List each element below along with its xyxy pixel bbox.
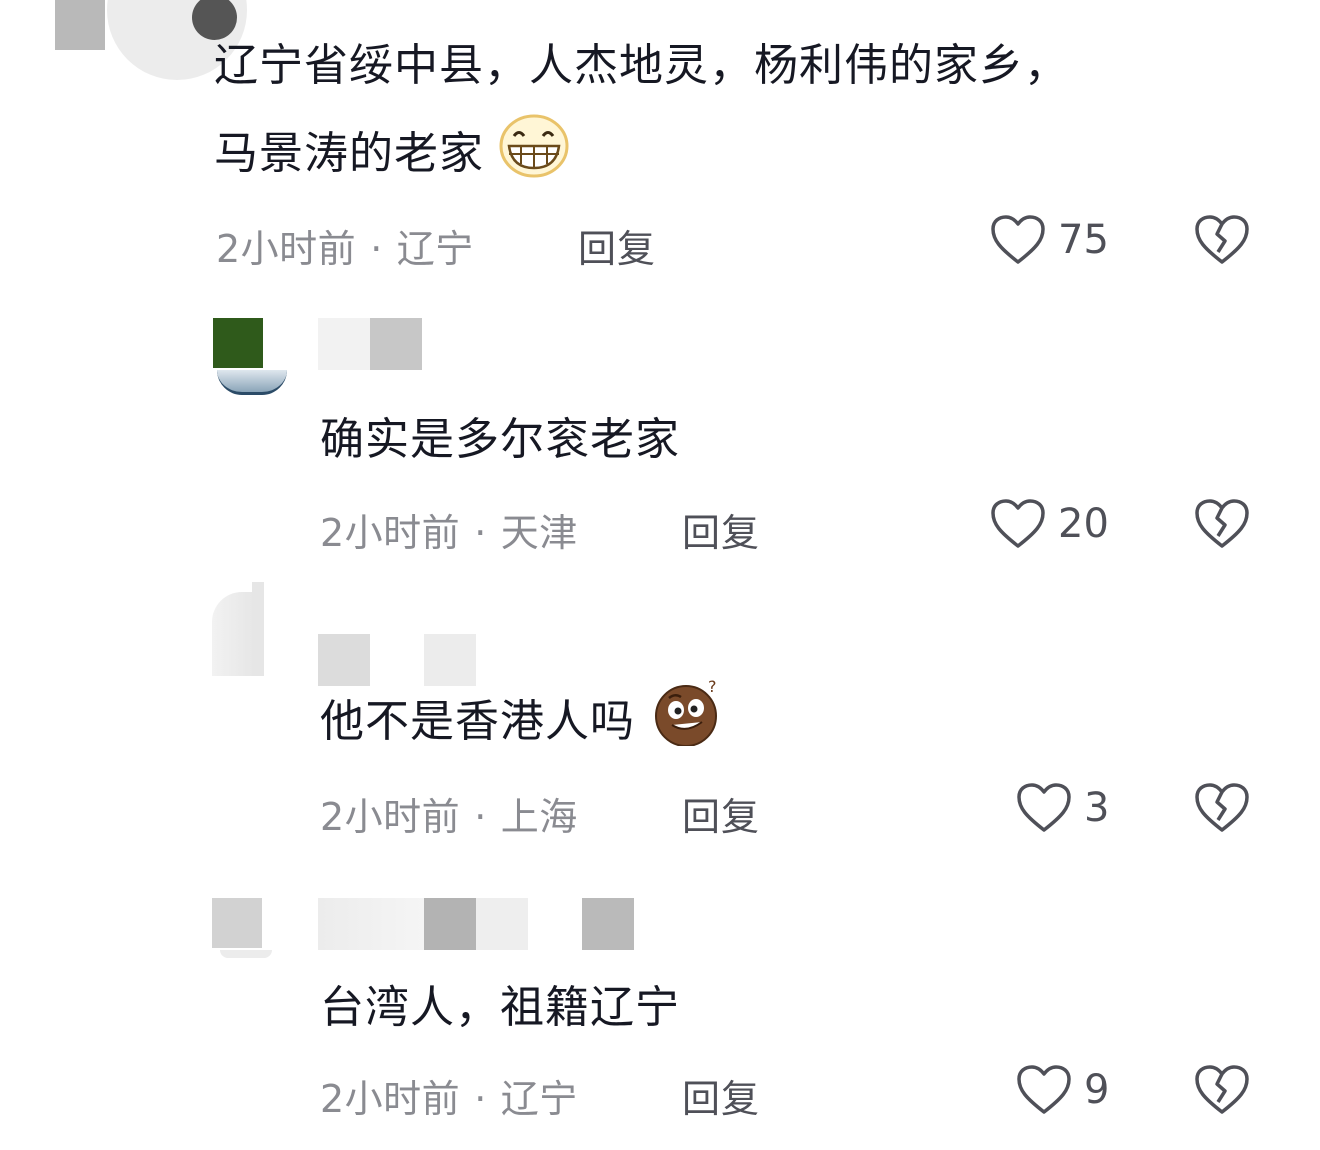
comment-text: 辽宁省绥中县，人杰地灵，杨利伟的家乡， 马景涛的老家 (214, 22, 1069, 208)
comment-meta: 2小时前 · 辽宁 (216, 218, 474, 273)
broken-heart-icon (1194, 783, 1250, 838)
like-count: 3 (1084, 785, 1110, 831)
dislike-button[interactable] (1194, 1064, 1250, 1120)
comment-location: 辽宁 (500, 1077, 578, 1121)
comment-meta: 2小时前 · 上海 (320, 786, 578, 841)
reply-button[interactable]: 回复 (578, 218, 656, 273)
comment-meta: 2小时前 · 辽宁 (320, 1068, 578, 1123)
heart-outline-icon (990, 498, 1046, 550)
like-button[interactable]: 20 (990, 498, 1109, 550)
confused-emoji: ? (650, 677, 724, 776)
separator: · (370, 227, 383, 271)
avatar[interactable] (212, 582, 264, 676)
comment-text: 确实是多尔衮老家 (320, 414, 680, 465)
comment-time: 2小时前 (320, 511, 461, 555)
avatar[interactable] (55, 0, 247, 90)
comment-time: 2小时前 (320, 1077, 461, 1121)
dislike-button[interactable] (1194, 498, 1250, 554)
dislike-button[interactable] (1194, 782, 1250, 838)
comment-meta: 2小时前 · 天津 (320, 502, 578, 557)
broken-heart-icon (1194, 1065, 1250, 1120)
like-button[interactable]: 9 (1016, 1064, 1109, 1116)
like-count: 9 (1084, 1067, 1110, 1113)
like-count: 20 (1058, 501, 1109, 547)
like-button[interactable]: 3 (1016, 782, 1109, 834)
comment-time: 2小时前 (320, 795, 461, 839)
reply-button[interactable]: 回复 (682, 1068, 760, 1123)
comment-text: 他不是香港人吗 ? (320, 677, 724, 776)
separator: · (474, 1077, 487, 1121)
heart-outline-icon (1016, 782, 1072, 834)
comment-location: 上海 (500, 795, 578, 839)
dislike-button[interactable] (1194, 214, 1250, 270)
broken-heart-icon (1194, 499, 1250, 554)
avatar[interactable] (213, 318, 287, 395)
like-count: 75 (1058, 217, 1109, 263)
comment-location: 天津 (500, 511, 578, 555)
reply-button[interactable]: 回复 (682, 786, 760, 841)
heart-outline-icon (990, 214, 1046, 266)
heart-outline-icon (1016, 1064, 1072, 1116)
avatar[interactable] (212, 898, 272, 960)
svg-text:?: ? (708, 678, 718, 696)
reply-button[interactable]: 回复 (682, 502, 760, 557)
comment-time: 2小时前 (216, 227, 357, 271)
separator: · (474, 511, 487, 555)
broken-heart-icon (1194, 215, 1250, 270)
like-button[interactable]: 75 (990, 214, 1109, 266)
grin-emoji (499, 114, 569, 208)
separator: · (474, 795, 487, 839)
comment-location: 辽宁 (396, 227, 474, 271)
comment-text: 台湾人，祖籍辽宁 (320, 982, 680, 1033)
